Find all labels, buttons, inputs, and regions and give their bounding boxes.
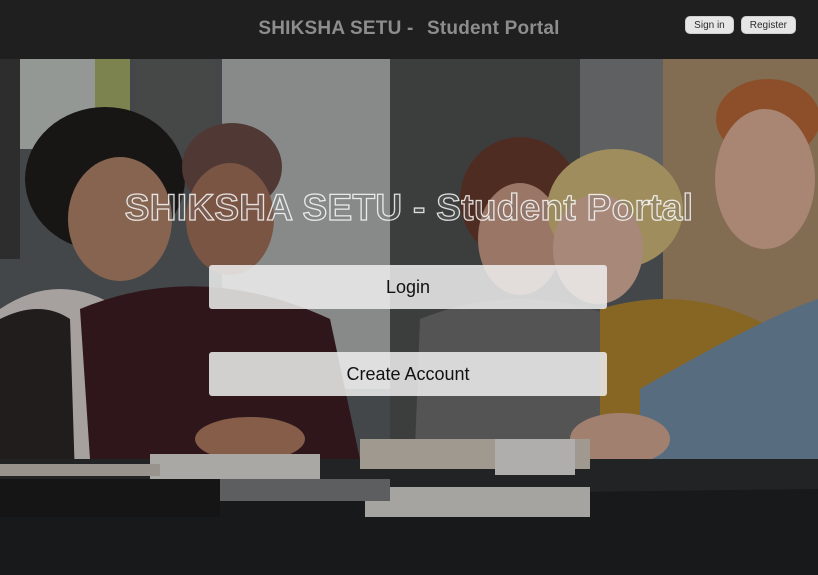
create-account-button[interactable]: Create Account	[209, 352, 607, 396]
hero-heading: SHIKSHA SETU - Student Portal	[124, 186, 694, 228]
hero-overlay	[0, 59, 818, 575]
app-title-subtitle: Student Portal	[427, 18, 560, 39]
portal-page: SHIKSHA SETU - Student Portal Sign in Re…	[0, 0, 818, 575]
top-actions: Sign in Register	[685, 16, 796, 34]
register-button[interactable]: Register	[740, 16, 796, 34]
app-title-brand: SHIKSHA SETU -	[258, 18, 414, 39]
login-button[interactable]: Login	[209, 265, 607, 309]
hero-section: SHIKSHA SETU - Student Portal Login Crea…	[0, 59, 818, 575]
top-bar: SHIKSHA SETU - Student Portal Sign in Re…	[0, 0, 818, 59]
sign-in-button[interactable]: Sign in	[685, 16, 734, 34]
